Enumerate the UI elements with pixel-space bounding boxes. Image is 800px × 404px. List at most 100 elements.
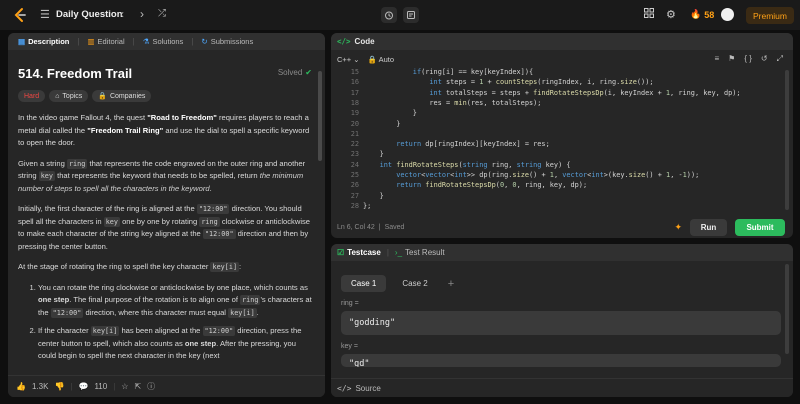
line-number: 18 [350, 98, 359, 107]
inline-code: ring [240, 295, 261, 305]
inline-code: key[i] [228, 307, 257, 318]
problem-title[interactable]: 514. Freedom Trail [18, 66, 312, 81]
tab-testcase[interactable]: ☑ Testcase [337, 248, 381, 257]
braces-icon[interactable]: { } [744, 54, 752, 64]
code-line[interactable]: 22 return dp[ringIndex][keyIndex] = res; [331, 139, 781, 149]
shuffle-icon[interactable]: ⤮ [158, 8, 166, 20]
debug-icon[interactable]: ✦ [674, 222, 682, 233]
solved-label: Solved [277, 68, 303, 77]
code-line[interactable]: 25 vector<vector<int>> dp(ring.size() + … [331, 170, 781, 180]
expand-icon[interactable]: ⤢ [777, 54, 783, 64]
tab-solutions[interactable]: ⚗ Solutions [139, 33, 188, 50]
tab-test-result[interactable]: ›_ Test Result [395, 248, 445, 257]
cursor-position: Ln 6, Col 42 [337, 224, 375, 231]
description-scrollbar[interactable] [318, 71, 322, 161]
language-select[interactable]: C++ ⌄ [337, 55, 360, 64]
companies-label: Companies [109, 92, 146, 100]
code-line[interactable]: 16 int steps = 1 + countSteps(ringIndex,… [331, 77, 781, 87]
description-paragraph-3: Initially, the first character of the ri… [18, 203, 312, 253]
solutions-icon: ⚗ [142, 37, 150, 46]
tab-editorial[interactable]: ▥ Editorial [83, 33, 128, 50]
tag-icon: ⌂ [55, 92, 60, 100]
share-icon[interactable]: ⇱ [134, 382, 141, 391]
text-bold: one step [38, 295, 70, 304]
companies-button[interactable]: 🔒 Companies [92, 90, 152, 102]
page-title[interactable]: Daily Question [56, 9, 123, 21]
run-button[interactable]: Run [690, 219, 727, 236]
description-paragraph-4: At the stage of rotating the ring to spe… [18, 261, 312, 274]
add-case-icon[interactable]: + [448, 278, 454, 290]
editor-scrollbar[interactable] [785, 70, 789, 210]
code-line[interactable]: 26 return findRotateStepsDp(0, 0, ring, … [331, 180, 781, 190]
thumbs-down-icon[interactable]: 👎 [54, 382, 64, 391]
thumbs-up-icon[interactable]: 👍 [16, 382, 26, 391]
bookmark-icon[interactable]: ⚑ [728, 54, 735, 64]
testcase-scrollbar[interactable] [785, 264, 789, 354]
code-icon: </> [337, 383, 352, 393]
tab-label: Submissions [210, 37, 254, 46]
format-icon[interactable]: ≡ [714, 54, 719, 64]
fire-icon: 🔥 [690, 9, 702, 19]
lock-icon: 🔒 [367, 55, 377, 64]
inline-code: key [38, 171, 55, 181]
star-icon[interactable]: ☆ [121, 382, 128, 391]
key-input[interactable]: "gd" [341, 354, 781, 367]
streak-count: 58 [704, 9, 715, 20]
code-line[interactable]: 15 if(ring[i] == key[keyIndex]){ [331, 67, 781, 77]
case-2-tab[interactable]: Case 2 [392, 275, 437, 292]
avatar[interactable] [721, 8, 734, 21]
tab-description[interactable]: ▤ Description [14, 33, 73, 50]
text: . The final purpose of the rotation is t… [69, 295, 241, 304]
code-line[interactable]: 19 } [331, 108, 781, 118]
code-line[interactable]: 28}; [331, 201, 781, 211]
code-line[interactable]: 18 res = min(res, totalSteps); [331, 98, 781, 108]
inline-code: "12:00" [202, 229, 236, 239]
streak-counter[interactable]: 🔥 58 [690, 9, 714, 20]
code-line[interactable]: 21 [331, 129, 781, 139]
text: has been aligned at the [119, 326, 203, 335]
tab-label: Test Result [405, 248, 445, 257]
text: that represents the keyword that needs t… [54, 171, 260, 180]
code-line[interactable]: 17 int totalSteps = steps + findRotateSt… [331, 88, 781, 98]
notes-icon[interactable] [403, 7, 419, 23]
gear-icon[interactable]: ⚙ [666, 8, 676, 21]
text: In the video game Fallout 4, the quest [18, 113, 148, 122]
premium-button[interactable]: Premium [746, 7, 794, 24]
code-line[interactable]: 27 } [331, 191, 781, 201]
inline-code: ring [66, 158, 88, 169]
chevron-left-icon[interactable]: ‹ [120, 8, 124, 20]
grid-icon[interactable] [644, 8, 654, 21]
topics-button[interactable]: ⌂ Topics [49, 90, 89, 102]
line-number: 24 [350, 160, 359, 169]
code-line[interactable]: 20 } [331, 119, 781, 129]
code-text: if(ring[i] == key[keyIndex]){ [412, 68, 534, 76]
reset-icon[interactable]: ↺ [761, 54, 768, 64]
comment-icon[interactable]: 💬 [78, 382, 88, 391]
logo-icon[interactable] [12, 7, 28, 23]
help-icon[interactable]: ⓘ [147, 381, 155, 392]
chevron-right-icon[interactable]: › [140, 8, 144, 20]
auto-mode[interactable]: 🔒 Auto [368, 55, 394, 64]
divider: | [386, 248, 389, 257]
like-count: 1.3K [31, 382, 49, 391]
case-1-tab[interactable]: Case 1 [341, 275, 387, 292]
line-number: 19 [350, 109, 359, 118]
code-line[interactable]: 23 } [331, 149, 781, 159]
source-bar[interactable]: </> Source [331, 378, 793, 397]
text: You can rotate the ring clockwise or ant… [38, 282, 308, 292]
ring-input[interactable]: "godding" [341, 311, 781, 335]
text: At the stage of rotating the ring to spe… [18, 262, 211, 271]
submit-button[interactable]: Submit [735, 219, 785, 236]
topics-label: Topics [62, 92, 83, 100]
text-bold: "Road to Freedom" [147, 113, 217, 122]
code-line[interactable]: 24 int findRotateSteps(string ring, stri… [331, 160, 781, 170]
tab-submissions[interactable]: ↻ Submissions [197, 33, 257, 50]
tab-label: Description [28, 37, 70, 46]
line-number: 25 [350, 171, 359, 179]
save-status: Saved [384, 224, 405, 231]
problem-list-icon[interactable]: ☰ [40, 9, 52, 21]
inline-code: key[i] [210, 262, 240, 272]
code-editor-panel: </> Code C++ ⌄ 🔒 Auto ≡ ⚑ { } ↺ ⤢ 15 if(… [331, 33, 793, 238]
timer-icon[interactable] [381, 7, 397, 23]
code-area[interactable]: 15 if(ring[i] == key[keyIndex]){16 int s… [331, 67, 789, 238]
